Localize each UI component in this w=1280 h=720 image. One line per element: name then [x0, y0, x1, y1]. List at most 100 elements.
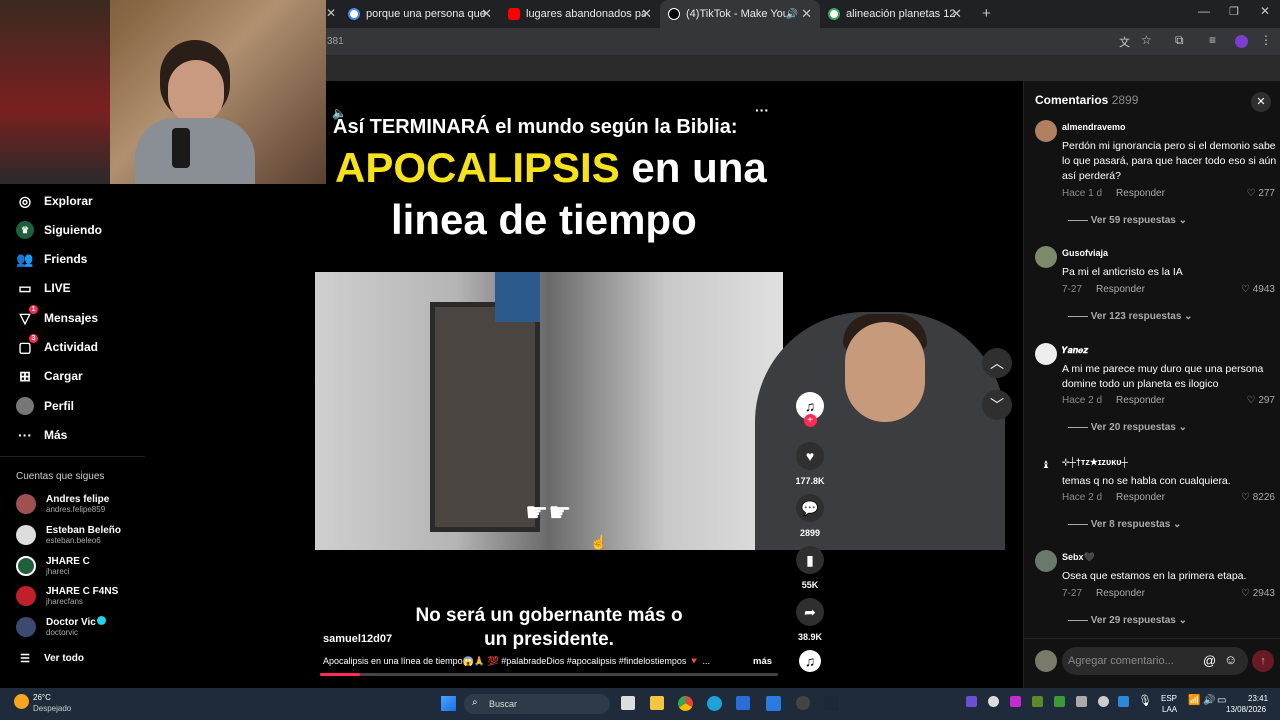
file-explorer-icon[interactable]	[650, 696, 664, 710]
browser-menu-icon[interactable]: ⋮	[1260, 33, 1272, 47]
nav-mensajes[interactable]: ▽ 1 Mensajes	[16, 305, 98, 329]
following-account[interactable]: Doctor Vic doctorvic	[16, 613, 106, 641]
maximize-button[interactable]: ❐	[1229, 5, 1239, 18]
browser-tab-4[interactable]: alineación planetas 12 agosto ✕	[820, 0, 970, 28]
speaker-icon[interactable]: 🔊	[786, 9, 798, 20]
comment-like-button[interactable]: ♡ 2943	[1241, 588, 1275, 599]
author-avatar-button[interactable]: ♫ +	[795, 392, 825, 427]
following-account[interactable]: Esteban Beleño esteban.beleo6	[16, 521, 121, 549]
save-button[interactable]: ▮ 55K	[795, 546, 825, 590]
media-control-icon[interactable]: ≡	[1209, 33, 1216, 47]
share-button[interactable]: ➦ 38.9K	[795, 598, 825, 642]
activity-icon: ▢ 3	[16, 334, 38, 356]
comment-like-button[interactable]: ♡ 277	[1247, 188, 1275, 199]
hand-pointer-print: ☛☛	[525, 497, 572, 527]
close-icon[interactable]: ✕	[801, 6, 812, 22]
weather-icon[interactable]	[14, 694, 29, 709]
view-replies-button[interactable]: —— Ver 123 respuestas ⌄	[1068, 311, 1193, 322]
view-replies-button[interactable]: —— Ver 59 respuestas ⌄	[1068, 215, 1187, 226]
caption-more-link[interactable]: más	[753, 656, 772, 667]
tray-app-icon[interactable]	[1032, 696, 1043, 707]
address-bar[interactable]: 381 文 ☆ ⧉ ≡ ⋮	[326, 28, 1280, 55]
music-disc-button[interactable]: ♫	[795, 650, 825, 672]
follow-plus-icon[interactable]: +	[803, 414, 817, 427]
nav-perfil[interactable]: Perfil	[16, 395, 74, 417]
task-view-icon[interactable]	[621, 696, 635, 710]
mention-icon[interactable]: @	[1203, 653, 1216, 668]
reply-button[interactable]: Responder	[1116, 395, 1165, 406]
windows-start-icon[interactable]	[441, 696, 456, 711]
nav-explorar[interactable]: ◎ Explorar	[16, 190, 93, 212]
steam-icon[interactable]	[824, 696, 839, 711]
reply-button[interactable]: Responder	[1096, 284, 1145, 295]
nav-cargar[interactable]: ⊞ Cargar	[16, 365, 83, 387]
comment-input[interactable]: Agregar comentario... @ ☺	[1062, 647, 1248, 675]
close-icon[interactable]: ✕	[951, 6, 962, 22]
mail-icon[interactable]	[766, 696, 781, 711]
profile-avatar[interactable]	[1235, 35, 1248, 48]
store-icon[interactable]	[736, 696, 750, 710]
avatar[interactable]: ♝	[1035, 455, 1057, 477]
video-headline-sub: linea de tiempo	[391, 196, 697, 243]
reply-button[interactable]: Responder	[1116, 188, 1165, 199]
avatar[interactable]	[1035, 246, 1057, 268]
avatar[interactable]	[1035, 343, 1057, 365]
video-author[interactable]: samuel12d07	[323, 633, 392, 645]
tray-app-icon[interactable]	[988, 696, 999, 707]
following-account[interactable]: JHARE Cjhareci	[16, 552, 90, 580]
new-tab-button[interactable]: +	[982, 5, 991, 22]
comment-like-button[interactable]: ♡ 4943	[1241, 284, 1275, 295]
view-replies-button[interactable]: —— Ver 29 respuestas ⌄	[1068, 615, 1187, 626]
following-account[interactable]: Andres felipe andres.felipe859	[16, 490, 109, 518]
send-comment-button[interactable]: ↑	[1252, 650, 1274, 672]
nav-live[interactable]: ▭ LIVE	[16, 277, 70, 299]
microphone-icon[interactable]: 🎙	[1138, 694, 1152, 707]
see-all-link[interactable]: ☰ Ver todo	[16, 647, 84, 669]
translate-icon[interactable]: 文	[1119, 34, 1130, 50]
tray-app-icon[interactable]	[1118, 696, 1129, 707]
comment-like-button[interactable]: ♡ 8226	[1241, 492, 1275, 503]
wifi-icon[interactable]: 📶	[1188, 695, 1200, 706]
tray-app-icon[interactable]	[1076, 696, 1087, 707]
browser-tab-1[interactable]: porque una persona que estab ✕	[340, 0, 500, 28]
comment-like-button[interactable]: ♡ 297	[1247, 395, 1275, 406]
app-icon[interactable]	[796, 696, 810, 710]
nav-mas[interactable]: ··· Más	[16, 424, 67, 446]
tray-app-icon[interactable]	[1054, 696, 1065, 707]
nav-siguiendo[interactable]: ♛ Siguiendo	[16, 219, 102, 241]
close-icon[interactable]: ✕	[641, 6, 652, 22]
tab-close-icon[interactable]: ✕	[326, 6, 336, 20]
prev-video-button[interactable]: ︿	[982, 348, 1012, 378]
volume-icon[interactable]: 🔊	[1203, 695, 1215, 706]
nav-friends[interactable]: 👥 Friends	[16, 248, 87, 270]
emoji-icon[interactable]: ☺	[1224, 652, 1237, 667]
reply-button[interactable]: Responder	[1096, 588, 1145, 599]
more-options-icon[interactable]: ···	[755, 102, 769, 118]
video-progress-bar[interactable]	[320, 673, 778, 676]
next-video-button[interactable]: ﹀	[982, 390, 1012, 420]
edge-icon[interactable]	[707, 696, 722, 711]
view-replies-button[interactable]: —— Ver 8 respuestas ⌄	[1068, 519, 1181, 530]
nav-actividad[interactable]: ▢ 3 Actividad	[16, 334, 98, 358]
close-icon[interactable]: ✕	[481, 6, 492, 22]
tray-app-icon[interactable]	[966, 696, 977, 707]
comment-button[interactable]: 💬 2899	[795, 494, 825, 538]
chrome-icon[interactable]	[678, 696, 693, 711]
window-close-button[interactable]: ✕	[1260, 4, 1270, 18]
reply-button[interactable]: Responder	[1116, 492, 1165, 503]
taskbar-search[interactable]: ⌕ Buscar	[464, 694, 610, 714]
video-frame[interactable]: ☛☛	[315, 272, 1005, 550]
browser-tab-2[interactable]: lugares abandonados paranorm ✕	[500, 0, 660, 28]
bookmark-star-icon[interactable]: ☆	[1141, 33, 1152, 47]
avatar[interactable]	[1035, 120, 1057, 142]
view-replies-button[interactable]: —— Ver 20 respuestas ⌄	[1068, 422, 1187, 433]
close-comments-button[interactable]: ✕	[1251, 92, 1271, 112]
following-account[interactable]: JHARE C F4NS jharecfans	[16, 582, 118, 610]
browser-tab-3[interactable]: (4)TikTok - Make Your Day 🔊 ✕	[660, 0, 820, 28]
avatar[interactable]	[1035, 550, 1057, 572]
tray-app-icon[interactable]	[1010, 696, 1021, 707]
extensions-icon[interactable]: ⧉	[1175, 33, 1184, 48]
tray-app-icon[interactable]	[1098, 696, 1109, 707]
like-button[interactable]: ♥ 177.8K	[795, 442, 825, 486]
minimize-button[interactable]: —	[1198, 4, 1210, 18]
